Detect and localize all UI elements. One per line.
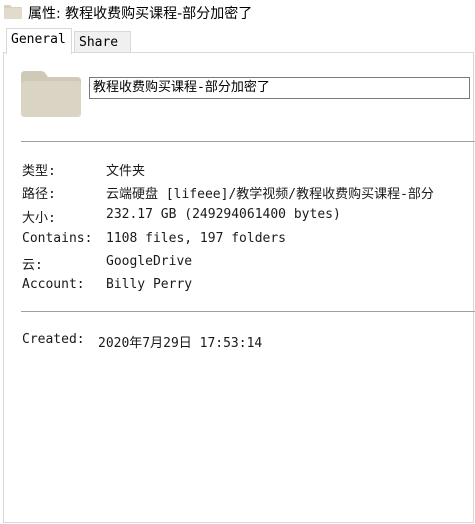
separator — [21, 311, 475, 312]
type-value: 文件夹 — [106, 164, 146, 179]
separator — [21, 141, 475, 142]
cloud-value: GoogleDrive — [106, 254, 193, 269]
path-value: 云端硬盘 [lifeee]/教学视频/教程收费购买课程-部分 — [106, 187, 434, 202]
created-label: Created: — [22, 332, 85, 347]
title-bar: 属性: 教程收费购买课程-部分加密了 — [0, 0, 475, 26]
folder-name-field[interactable]: 教程收费购买课程-部分加密了 — [89, 77, 470, 99]
size-label: 大小: — [22, 211, 56, 226]
account-value: Billy Perry — [106, 277, 193, 292]
path-label: 路径: — [22, 187, 56, 202]
contains-label: Contains: — [22, 231, 93, 246]
type-label: 类型: — [22, 164, 56, 179]
folder-icon — [4, 5, 22, 19]
cloud-label: 云: — [22, 258, 43, 273]
size-value: 232.17 GB (249294061400 bytes) — [106, 207, 341, 222]
contains-value: 1108 files, 197 folders — [106, 231, 287, 246]
folder-icon-large — [21, 71, 81, 117]
tab-strip: General Share — [0, 27, 475, 54]
account-label: Account: — [22, 277, 85, 292]
created-value: 2020年7月29日 17:53:14 — [98, 336, 263, 351]
general-panel: 教程收费购买课程-部分加密了 类型: 文件夹 路径: 云端硬盘 [lifeee]… — [3, 52, 475, 523]
tab-share[interactable]: Share — [74, 31, 131, 53]
window-title: 属性: 教程收费购买课程-部分加密了 — [28, 6, 253, 22]
tab-general[interactable]: General — [6, 28, 72, 54]
